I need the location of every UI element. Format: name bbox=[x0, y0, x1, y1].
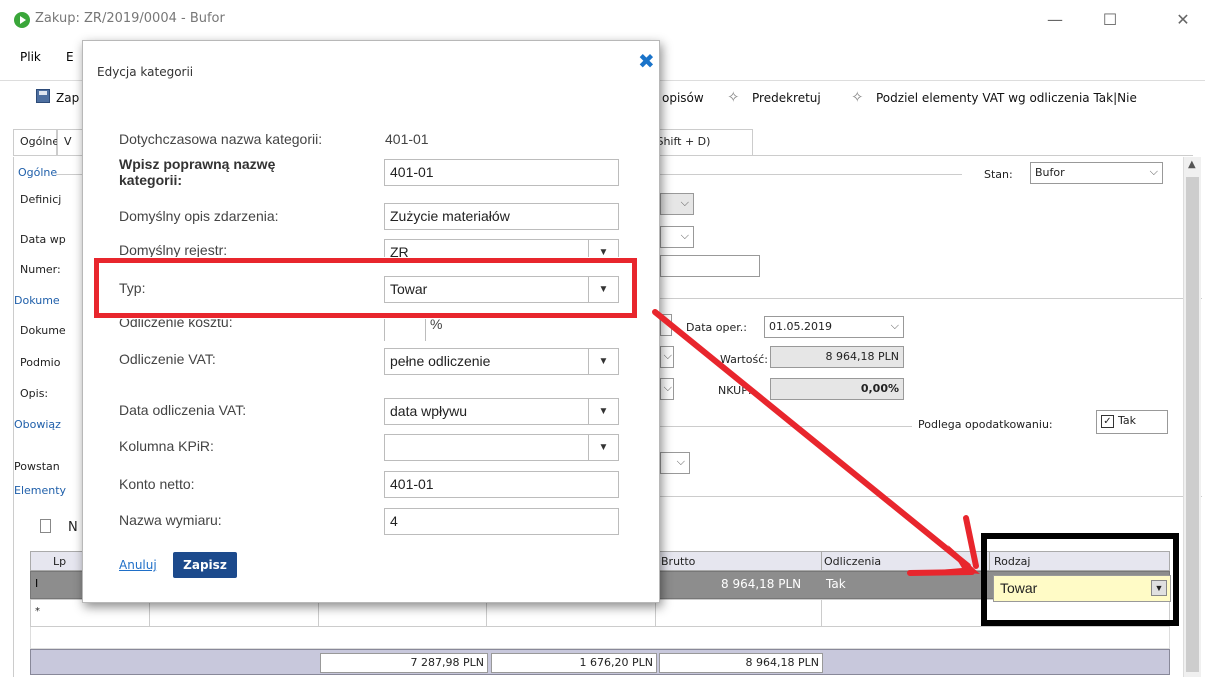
red-arrow-vertical bbox=[963, 515, 979, 569]
annotation-arrows bbox=[652, 309, 980, 576]
red-arrow-diagonal bbox=[652, 309, 971, 569]
red-arrow-horizontal bbox=[907, 569, 975, 576]
